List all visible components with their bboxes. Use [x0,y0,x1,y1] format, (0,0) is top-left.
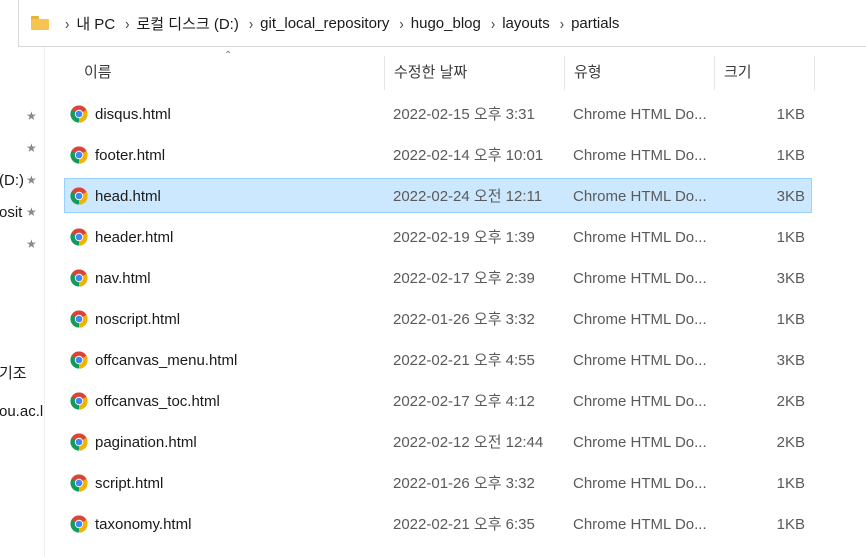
file-size: 3KB [776,270,805,287]
folder-icon [31,16,49,30]
breadcrumb-item-partials[interactable]: partials [571,15,619,32]
column-date-modified[interactable]: 수정한 날짜 [384,56,564,90]
nav-item-folder[interactable]: 기조 [0,362,27,383]
pin-icon[interactable]: ★ [26,142,37,154]
file-size: 1KB [776,475,805,492]
breadcrumb-item-local-disk[interactable]: 로컬 디스크 (D:) [137,13,239,34]
breadcrumb-item-git-local-repository[interactable]: git_local_repository [260,15,389,32]
chevron-right-icon[interactable]: › [239,14,260,32]
pin-icon[interactable]: ★ [26,110,37,122]
file-size: 2KB [776,393,805,410]
file-list: disqus.html 2022-02-15 오후 3:31 Chrome HT… [64,96,812,547]
file-type: Chrome HTML Do... [573,147,707,164]
file-name: offcanvas_toc.html [95,393,220,410]
chrome-html-icon [70,515,88,533]
file-name: taxonomy.html [95,516,192,533]
chrome-html-icon [70,228,88,246]
file-date-modified: 2022-02-17 오후 4:12 [393,393,535,410]
chrome-html-icon [70,269,88,287]
file-row[interactable]: footer.html 2022-02-14 오후 10:01 Chrome H… [64,137,812,172]
file-date-modified: 2022-02-19 오후 1:39 [393,229,535,246]
file-size: 1KB [776,106,805,123]
file-date-modified: 2022-02-17 오후 2:39 [393,270,535,287]
chrome-html-icon [70,146,88,164]
file-type: Chrome HTML Do... [573,229,707,246]
chevron-right-icon[interactable]: › [389,14,410,32]
file-explorer-window: › 내 PC › 로컬 디스크 (D:) › git_local_reposit… [0,0,866,557]
file-row[interactable]: script.html 2022-01-26 오후 3:32 Chrome HT… [64,465,812,500]
file-row[interactable]: pagination.html 2022-02-12 오전 12:44 Chro… [64,424,812,459]
file-name: offcanvas_menu.html [95,352,238,369]
file-name: pagination.html [95,434,197,451]
chrome-html-icon [70,433,88,451]
file-date-modified: 2022-01-26 오후 3:32 [393,311,535,328]
file-date-modified: 2022-02-14 오후 10:01 [393,147,544,164]
nav-item-repository[interactable]: osit [0,204,22,221]
chevron-right-icon[interactable]: › [115,14,136,32]
file-row[interactable]: header.html 2022-02-19 오후 1:39 Chrome HT… [64,219,812,254]
column-type[interactable]: 유형 [564,56,714,90]
file-row[interactable]: taxonomy.html 2022-02-21 오후 6:35 Chrome … [64,506,812,541]
file-row[interactable]: nav.html 2022-02-17 오후 2:39 Chrome HTML … [64,260,812,295]
pin-icon[interactable]: ★ [26,174,37,186]
file-type: Chrome HTML Do... [573,188,707,205]
file-row[interactable]: offcanvas_toc.html 2022-02-17 오후 4:12 Ch… [64,383,812,418]
column-header: ⌃ 이름 수정한 날짜 유형 크기 [64,50,824,90]
breadcrumb-item-hugo-blog[interactable]: hugo_blog [411,15,481,32]
file-date-modified: 2022-02-21 오후 6:35 [393,516,535,533]
address-bar[interactable]: › 내 PC › 로컬 디스크 (D:) › git_local_reposit… [18,0,866,47]
breadcrumb-item-this-pc[interactable]: 내 PC [76,13,115,34]
file-name: script.html [95,475,164,492]
file-size: 2KB [776,434,805,451]
breadcrumb-item-layouts[interactable]: layouts [502,15,550,32]
file-name: header.html [95,229,174,246]
file-type: Chrome HTML Do... [573,393,707,410]
file-name: disqus.html [95,106,171,123]
chrome-html-icon [70,474,88,492]
nav-item-local-disk[interactable]: (D:) [0,172,24,189]
file-date-modified: 2022-02-15 오후 3:31 [393,106,535,123]
chevron-right-icon[interactable]: › [55,14,76,32]
nav-item-network[interactable]: ou.ac.l [0,403,43,420]
breadcrumb: › 내 PC › 로컬 디스크 (D:) › git_local_reposit… [55,13,619,34]
chevron-right-icon[interactable]: › [550,14,571,32]
file-type: Chrome HTML Do... [573,352,707,369]
file-date-modified: 2022-02-21 오후 4:55 [393,352,535,369]
file-date-modified: 2022-01-26 오후 3:32 [393,475,535,492]
file-size: 1KB [776,516,805,533]
file-name: nav.html [95,270,151,287]
file-type: Chrome HTML Do... [573,434,707,451]
file-row[interactable]: offcanvas_menu.html 2022-02-21 오후 4:55 C… [64,342,812,377]
chrome-html-icon [70,187,88,205]
column-name[interactable]: 이름 [74,56,384,90]
file-row[interactable]: head.html 2022-02-24 오전 12:11 Chrome HTM… [64,178,812,213]
file-type: Chrome HTML Do... [573,270,707,287]
file-row[interactable]: noscript.html 2022-01-26 오후 3:32 Chrome … [64,301,812,336]
file-date-modified: 2022-02-12 오전 12:44 [393,434,544,451]
chrome-html-icon [70,310,88,328]
pin-icon[interactable]: ★ [26,238,37,250]
chrome-html-icon [70,351,88,369]
navigation-pane: ★ ★ (D:) ★ osit ★ ★ 기조 ou.ac.l [0,47,45,557]
file-size: 1KB [776,229,805,246]
chevron-right-icon[interactable]: › [481,14,502,32]
file-type: Chrome HTML Do... [573,311,707,328]
file-name: head.html [95,188,161,205]
file-name: noscript.html [95,311,181,328]
file-row[interactable]: disqus.html 2022-02-15 오후 3:31 Chrome HT… [64,96,812,131]
file-size: 3KB [776,188,805,205]
chrome-html-icon [70,392,88,410]
file-name: footer.html [95,147,166,164]
column-size[interactable]: 크기 [714,56,814,90]
file-size: 3KB [776,352,805,369]
file-date-modified: 2022-02-24 오전 12:11 [393,188,543,205]
pin-icon[interactable]: ★ [26,206,37,218]
file-size: 1KB [776,311,805,328]
file-type: Chrome HTML Do... [573,516,707,533]
file-size: 1KB [776,147,805,164]
chrome-html-icon [70,105,88,123]
file-type: Chrome HTML Do... [573,475,707,492]
file-type: Chrome HTML Do... [573,106,707,123]
